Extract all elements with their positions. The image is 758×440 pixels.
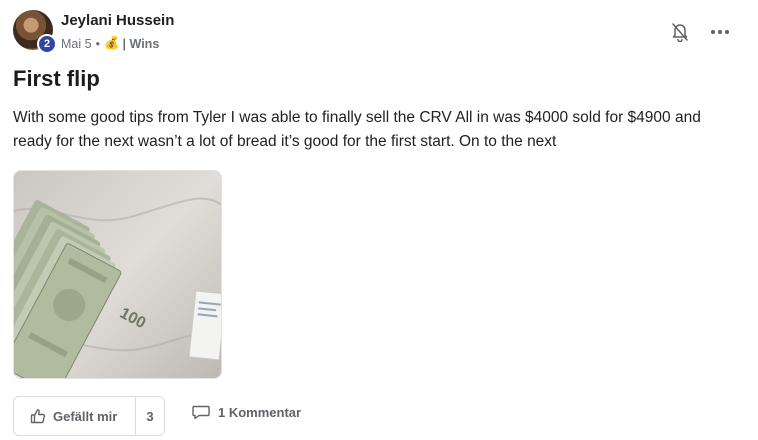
meta-separator: • xyxy=(95,36,100,51)
thumbs-up-icon xyxy=(30,409,46,424)
post-meta: Mai 5 • 💰 | Wins xyxy=(61,36,159,51)
post-date[interactable]: Mai 5 xyxy=(61,37,92,51)
level-badge: 2 xyxy=(37,34,57,54)
comment-button[interactable]: 1 Kommentar xyxy=(192,404,301,420)
more-horizontal-icon[interactable] xyxy=(708,22,732,42)
post-image[interactable]: 100 xyxy=(13,170,222,379)
money-bag-icon: 💰 xyxy=(103,36,120,50)
post-title: First flip xyxy=(13,66,100,91)
like-count[interactable]: 3 xyxy=(136,409,164,424)
like-button[interactable]: Gefällt mir 3 xyxy=(13,396,165,436)
bell-off-icon[interactable] xyxy=(671,22,689,43)
post-body: With some good tips from Tyler I was abl… xyxy=(13,109,701,150)
like-main[interactable]: Gefällt mir xyxy=(14,397,136,435)
author-name[interactable]: Jeylani Hussein xyxy=(61,12,174,29)
post-category[interactable]: | Wins xyxy=(123,37,160,51)
like-label: Gefällt mir xyxy=(53,408,118,424)
comment-bubble-icon xyxy=(192,405,210,420)
comment-label: 1 Kommentar xyxy=(218,404,302,420)
